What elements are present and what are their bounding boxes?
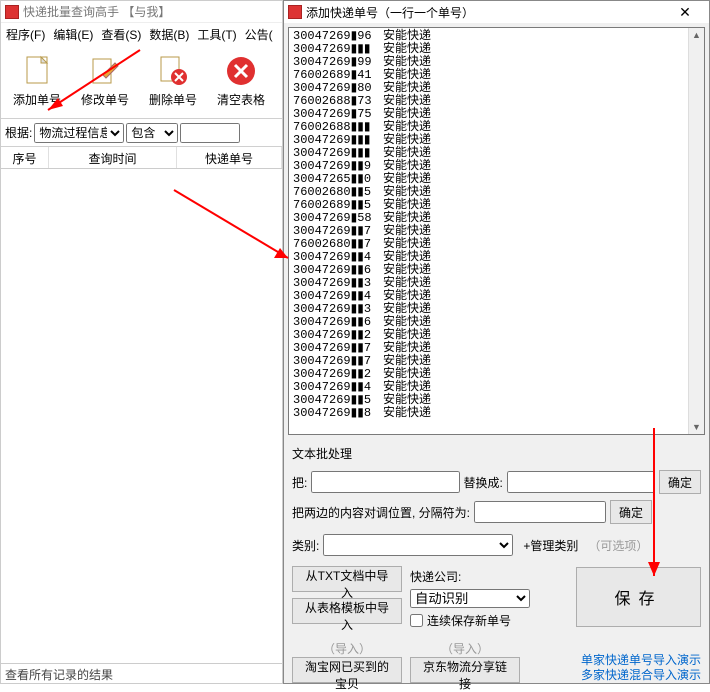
col-seq[interactable]: 序号 (1, 147, 49, 168)
demo-link-multi[interactable]: 多家快递混合导入演示 (581, 668, 701, 683)
tracking-list-textarea[interactable]: 30047269▮96安能快递30047269▮▮▮安能快递30047269▮9… (288, 27, 705, 435)
filter-label: 根据: (5, 124, 32, 141)
toolbar: 添加单号 修改单号 删除单号 清空表格 (1, 45, 282, 119)
cont-save-checkbox[interactable] (410, 614, 423, 627)
cont-save-checkbox-label[interactable]: 连续保存新单号 (410, 612, 530, 629)
dialog-title: 添加快递单号（一行一个单号） (306, 4, 661, 21)
edit-no-button[interactable]: 修改单号 (71, 50, 139, 114)
list-item[interactable]: 30047269▮▮8安能快递 (293, 407, 684, 420)
filter-field-select[interactable]: 物流过程信息 (34, 123, 124, 143)
document-plus-icon (21, 55, 53, 87)
main-title-bar: 快递批量查询高手 【与我】 (1, 1, 282, 23)
app-icon (5, 5, 19, 19)
replace-from-input[interactable] (311, 471, 459, 493)
jd-import-button[interactable]: 京东物流分享链接 (410, 657, 520, 683)
menu-notice[interactable]: 公告( (242, 24, 276, 45)
swap-label: 把两边的内容对调位置, 分隔符为: (292, 504, 470, 521)
demo-link-single[interactable]: 单家快递单号导入演示 (581, 653, 701, 668)
clear-table-button[interactable]: 清空表格 (207, 50, 275, 114)
import-template-button[interactable]: 从表格模板中导入 (292, 598, 402, 624)
company-select[interactable]: 自动识别 (410, 589, 530, 608)
replace-from-label: 把: (292, 474, 307, 491)
import-txt-button[interactable]: 从TXT文档中导入 (292, 566, 402, 592)
filter-op-select[interactable]: 包含 (126, 123, 178, 143)
red-x-icon (225, 55, 257, 87)
import-hint-2: （导入） (441, 640, 489, 657)
main-title: 快递批量查询高手 【与我】 (23, 3, 170, 20)
col-qtime[interactable]: 查询时间 (49, 147, 177, 168)
col-tno[interactable]: 快递单号 (177, 147, 282, 168)
menu-edit[interactable]: 编辑(E) (50, 24, 96, 45)
add-tracking-dialog: 添加快递单号（一行一个单号） ✕ 30047269▮96安能快递30047269… (283, 0, 710, 684)
swap-delim-input[interactable] (474, 501, 606, 523)
filter-value-input[interactable] (180, 123, 240, 143)
category-select[interactable] (323, 534, 513, 556)
company-label: 快递公司: (410, 568, 461, 585)
menu-program[interactable]: 程序(F) (3, 24, 48, 45)
scrollbar-vertical[interactable] (688, 28, 704, 434)
dialog-title-bar: 添加快递单号（一行一个单号） ✕ (284, 1, 709, 23)
save-button[interactable]: 保存 (576, 567, 701, 627)
optional-hint: （可选项） (588, 537, 648, 554)
app-icon (288, 5, 302, 19)
replace-to-input[interactable] (507, 471, 655, 493)
status-bar: 查看所有记录的结果 (1, 663, 282, 683)
filter-row: 根据: 物流过程信息 包含 (1, 119, 282, 147)
close-icon[interactable]: ✕ (665, 4, 705, 21)
taobao-import-button[interactable]: 淘宝网已买到的宝贝 (292, 657, 402, 683)
manage-category-link[interactable]: +管理类别 (523, 537, 578, 554)
menu-bar: 程序(F) 编辑(E) 查看(S) 数据(B) 工具(T) 公告( (1, 23, 282, 45)
category-label: 类别: (292, 537, 319, 554)
add-no-button[interactable]: 添加单号 (3, 50, 71, 114)
table-header: 序号 查询时间 快递单号 (1, 147, 282, 169)
replace-to-label: 替换成: (464, 474, 503, 491)
menu-tools[interactable]: 工具(T) (194, 24, 239, 45)
replace-ok-button[interactable]: 确定 (659, 470, 701, 494)
document-pencil-icon (89, 55, 121, 87)
document-x-icon (157, 55, 189, 87)
menu-data[interactable]: 数据(B) (146, 24, 192, 45)
del-no-button[interactable]: 删除单号 (139, 50, 207, 114)
main-window: 快递批量查询高手 【与我】 程序(F) 编辑(E) 查看(S) 数据(B) 工具… (0, 0, 283, 684)
batch-label: 文本批处理 (292, 443, 701, 464)
swap-ok-button[interactable]: 确定 (610, 500, 652, 524)
import-hint-1: （导入） (323, 640, 371, 657)
bottom-panel: 文本批处理 把: 替换成: 确定 把两边的内容对调位置, 分隔符为: 确定 类别… (284, 439, 709, 683)
menu-view[interactable]: 查看(S) (98, 24, 144, 45)
table-body (1, 169, 282, 663)
